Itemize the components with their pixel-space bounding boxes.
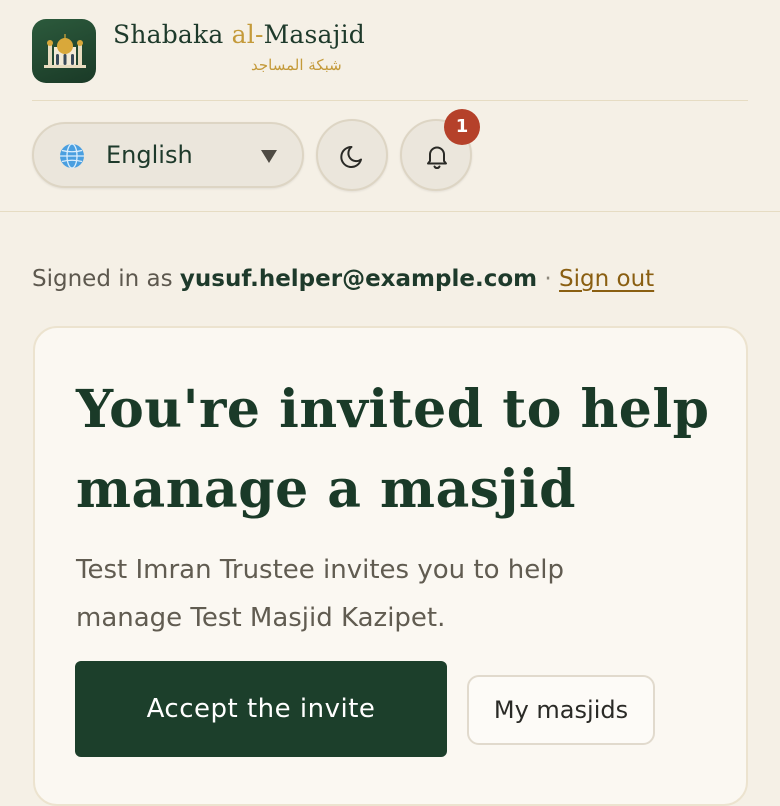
signed-in-status: Signed in as yusuf.helper@example.com · … [32,266,654,292]
brand-name-arabic: شبكة المساجد [251,56,342,74]
signed-in-label: Signed in as [32,266,180,292]
brand-name-part: Masajid [263,20,365,49]
globe-icon [60,143,84,169]
brand-name[interactable]: Shabaka al-Masajid شبكة المساجد [113,20,365,74]
brand-name-accent: al- [231,20,264,49]
bell-icon [427,146,447,169]
language-selected-value: English [106,141,193,169]
brand-name-part: Shabaka [113,20,232,49]
invite-title: You're invited to help manage a masjid [76,379,710,520]
sign-out-link[interactable]: Sign out [559,266,654,292]
header-divider [32,100,748,101]
theme-toggle-button[interactable] [316,119,388,191]
notification-count-badge: 1 [444,109,480,145]
my-masjids-button[interactable]: My masjids [467,675,655,745]
app-header: Shabaka al-Masajid شبكة المساجد English … [0,0,780,212]
separator-dot: · [537,266,560,292]
language-select[interactable]: English [32,122,304,188]
moon-icon [340,145,362,168]
user-email: yusuf.helper@example.com [179,266,538,292]
invite-card: You're invited to help manage a masjid T… [33,326,748,806]
accept-invite-button[interactable]: Accept the invite [75,661,447,757]
mosque-logo-icon[interactable] [32,19,96,83]
invite-description: Test Imran Trustee invites you to help m… [76,555,564,633]
chevron-down-icon [261,150,277,163]
